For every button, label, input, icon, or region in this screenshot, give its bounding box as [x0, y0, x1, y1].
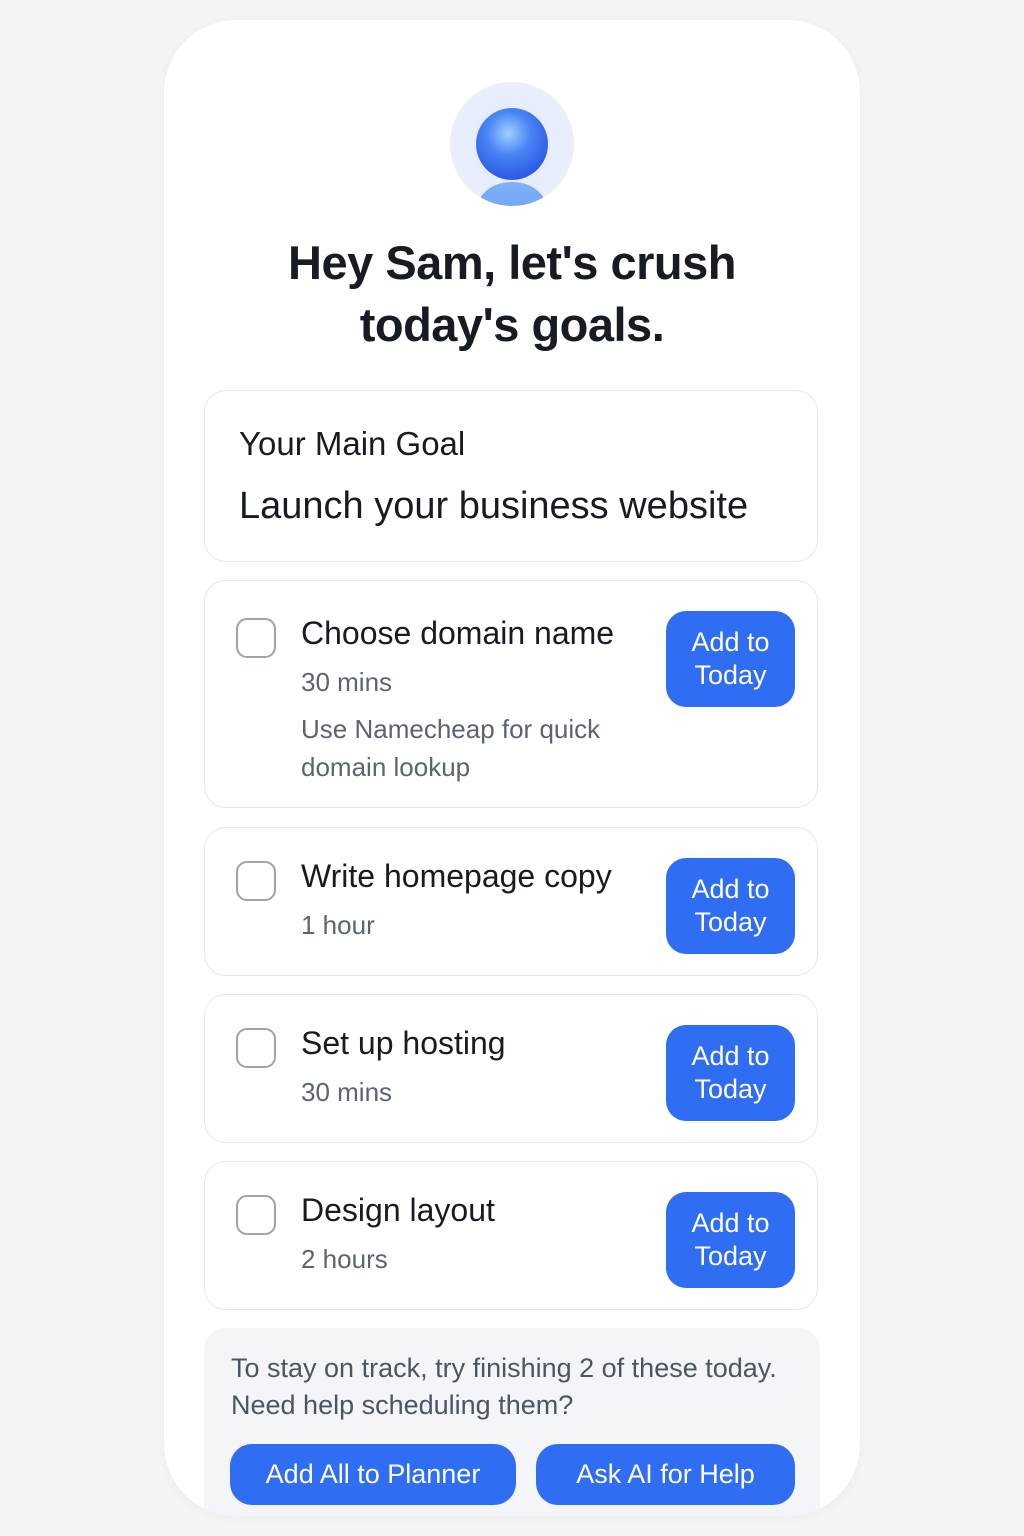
task-duration: 2 hours: [301, 1244, 388, 1274]
suggestion-text: To stay on track, try finishing 2 of the…: [231, 1353, 777, 1420]
task-title: Choose domain name: [301, 615, 615, 651]
page-title: Hey Sam, let's crush today's goals.: [204, 232, 820, 356]
task-checkbox[interactable]: [236, 1195, 276, 1235]
main-goal-title: Launch your business website: [239, 485, 749, 527]
add-all-to-planner-button[interactable]: Add All to Planner: [230, 1444, 516, 1505]
main-goal-label: Your Main Goal: [239, 425, 466, 462]
task-title: Set up hosting: [301, 1025, 506, 1061]
avatar[interactable]: [450, 82, 574, 206]
task-title: Write homepage copy: [301, 858, 612, 894]
app-screen: Hey Sam, let's crush today's goals. Your…: [164, 20, 860, 1516]
task-card-write-homepage: Write homepage copy 1 hour Add to Today: [204, 827, 818, 976]
task-checkbox[interactable]: [236, 1028, 276, 1068]
add-to-today-button[interactable]: Add to Today: [666, 858, 795, 954]
ask-ai-button[interactable]: Ask AI for Help: [536, 1444, 795, 1505]
task-checkbox[interactable]: [236, 861, 276, 901]
main-goal-card: Your Main Goal Launch your business webs…: [204, 390, 818, 562]
add-to-today-button[interactable]: Add to Today: [666, 1025, 795, 1121]
greeting-line-2: today's goals.: [359, 298, 665, 351]
task-duration: 30 mins: [301, 1077, 393, 1107]
add-to-today-button[interactable]: Add to Today: [666, 1192, 795, 1288]
task-checkbox[interactable]: [236, 618, 276, 658]
suggestion-panel: To stay on track, try finishing 2 of the…: [204, 1328, 820, 1516]
add-to-today-button[interactable]: Add to Today: [666, 611, 795, 707]
task-tip: Use Namecheap for quick domain lookup: [301, 714, 601, 782]
task-card-set-up-hosting: Set up hosting 30 mins Add to Today: [204, 994, 818, 1143]
task-duration: 30 mins: [301, 667, 393, 697]
avatar-body-icon: [478, 182, 546, 206]
task-card-design-layout: Design layout 2 hours Add to Today: [204, 1161, 818, 1310]
avatar-head-icon: [476, 108, 548, 180]
task-duration: 1 hour: [301, 910, 375, 940]
task-card-choose-domain: Choose domain name 30 mins Use Namecheap…: [204, 580, 818, 808]
task-title: Design layout: [301, 1192, 495, 1228]
greeting-line-1: Hey Sam, let's crush: [288, 236, 736, 289]
